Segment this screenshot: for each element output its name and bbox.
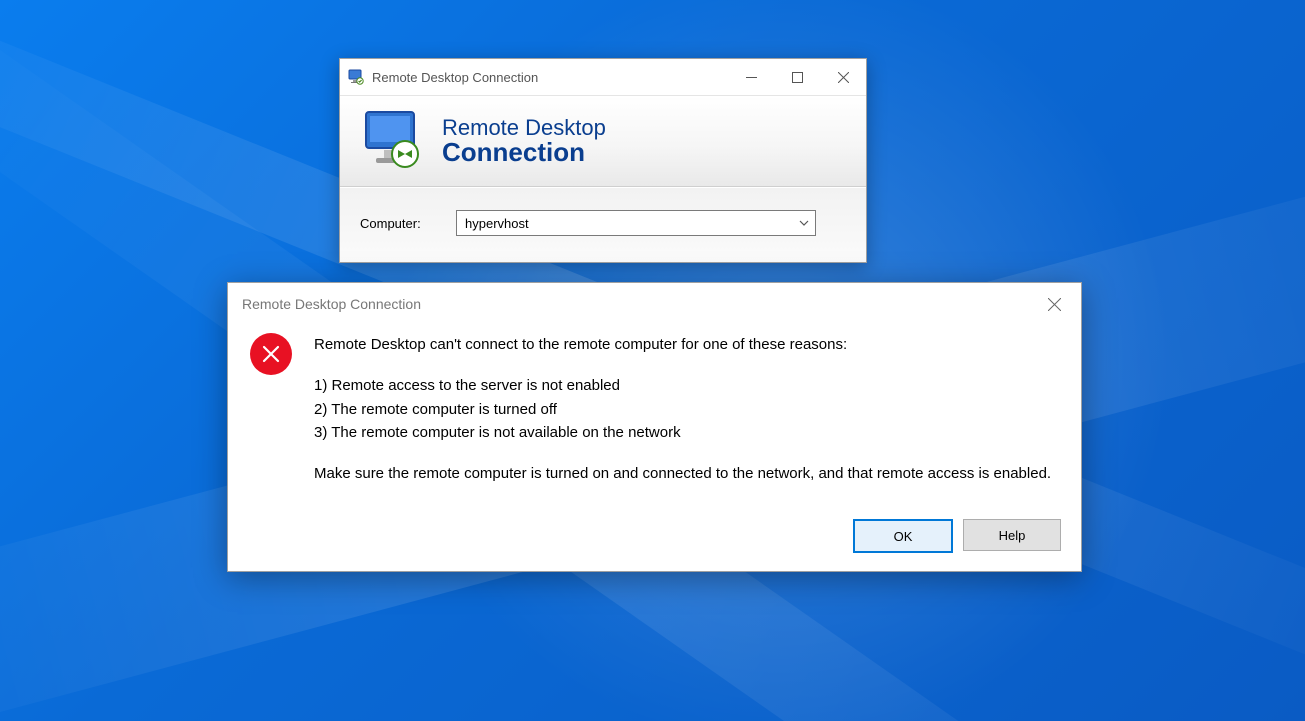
ok-button[interactable]: OK xyxy=(853,519,953,553)
chevron-down-icon xyxy=(799,216,809,231)
error-reason-1: 1) Remote access to the server is not en… xyxy=(314,377,620,394)
rdc-title: Remote Desktop Connection xyxy=(372,70,728,85)
rdc-banner-line2: Connection xyxy=(442,139,606,166)
minimize-button[interactable] xyxy=(728,59,774,95)
rdc-window: Remote Desktop Connection xyxy=(339,58,867,263)
error-icon xyxy=(250,333,292,375)
desktop-wallpaper: Remote Desktop Connection xyxy=(0,0,1305,721)
rdc-banner-line1: Remote Desktop xyxy=(442,116,606,139)
error-reason-2: 2) The remote computer is turned off xyxy=(314,401,557,418)
rdc-banner: Remote Desktop Connection xyxy=(340,96,866,187)
help-button[interactable]: Help xyxy=(963,519,1061,551)
error-reason-3: 3) The remote computer is not available … xyxy=(314,424,681,441)
maximize-button[interactable] xyxy=(774,59,820,95)
rdc-banner-icon xyxy=(358,106,428,176)
computer-value: hypervhost xyxy=(465,216,529,231)
error-footer: Make sure the remote computer is turned … xyxy=(314,462,1051,485)
error-close-button[interactable] xyxy=(1031,283,1077,325)
error-title: Remote Desktop Connection xyxy=(242,296,1031,312)
error-message: Remote Desktop can't connect to the remo… xyxy=(314,333,1051,491)
close-button[interactable] xyxy=(820,59,866,95)
rdc-form: Computer: hypervhost xyxy=(340,187,866,262)
computer-label: Computer: xyxy=(360,216,456,231)
error-titlebar[interactable]: Remote Desktop Connection xyxy=(228,283,1081,325)
rdc-titlebar[interactable]: Remote Desktop Connection xyxy=(340,59,866,96)
computer-combobox[interactable]: hypervhost xyxy=(456,210,816,236)
error-heading: Remote Desktop can't connect to the remo… xyxy=(314,333,1051,356)
error-dialog: Remote Desktop Connection Remote Desktop… xyxy=(227,282,1082,572)
rdc-app-icon xyxy=(348,69,364,85)
